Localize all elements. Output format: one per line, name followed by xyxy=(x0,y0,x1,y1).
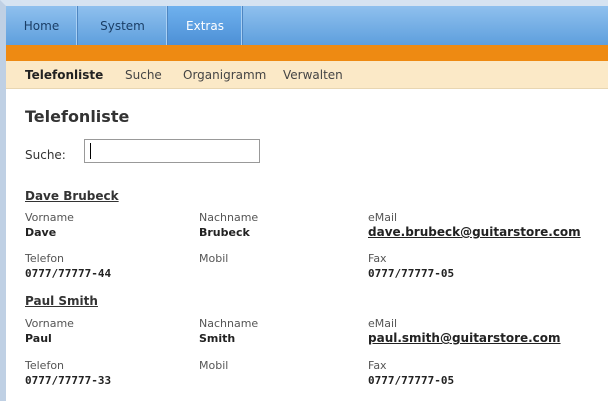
last-name-label: Nachname xyxy=(199,211,259,224)
email-link[interactable]: dave.brubeck@guitarstore.com xyxy=(368,225,581,239)
top-navigation: Home System Extras xyxy=(6,6,608,45)
search-input[interactable] xyxy=(84,139,260,163)
first-name-value: Paul xyxy=(25,332,52,345)
phone-value: 0777/77777-44 xyxy=(25,267,112,280)
accent-bar xyxy=(6,45,608,61)
fax-value: 0777/77777-05 xyxy=(368,267,455,280)
mobile-label: Mobil xyxy=(199,252,229,265)
email-label: eMail xyxy=(368,211,398,224)
last-name-value: Smith xyxy=(199,332,236,345)
phone-value: 0777/77777-33 xyxy=(25,374,112,387)
last-name-value: Brubeck xyxy=(199,226,250,239)
contact-name-link[interactable]: Dave Brubeck xyxy=(25,189,119,203)
search-label: Suche: xyxy=(25,148,66,162)
subnav-item-telefonliste[interactable]: Telefonliste xyxy=(25,68,103,82)
first-name-value: Dave xyxy=(25,226,57,239)
fax-label: Fax xyxy=(368,252,387,265)
mobile-label: Mobil xyxy=(199,359,229,372)
contact-name-link[interactable]: Paul Smith xyxy=(25,294,98,308)
fax-label: Fax xyxy=(368,359,387,372)
last-name-label: Nachname xyxy=(199,317,259,330)
phone-label: Telefon xyxy=(25,252,65,265)
subnav-item-organigramm[interactable]: Organigramm xyxy=(183,68,266,82)
subnav-item-suche[interactable]: Suche xyxy=(125,68,162,82)
email-label: eMail xyxy=(368,317,398,330)
tab-extras[interactable]: Extras xyxy=(168,6,243,45)
phone-label: Telefon xyxy=(25,359,65,372)
email-link[interactable]: paul.smith@guitarstore.com xyxy=(368,331,561,345)
first-name-label: Vorname xyxy=(25,211,74,224)
text-cursor xyxy=(90,143,91,159)
fax-value: 0777/77777-05 xyxy=(368,374,455,387)
tab-home[interactable]: Home xyxy=(6,6,78,45)
page-title: Telefonliste xyxy=(25,107,130,126)
subnav-item-verwalten[interactable]: Verwalten xyxy=(283,68,343,82)
first-name-label: Vorname xyxy=(25,317,74,330)
tab-system[interactable]: System xyxy=(78,6,168,45)
app-window: Home System Extras Telefonliste Suche Or… xyxy=(0,0,608,401)
sub-navigation: Telefonliste Suche Organigramm Verwalten xyxy=(6,61,608,89)
